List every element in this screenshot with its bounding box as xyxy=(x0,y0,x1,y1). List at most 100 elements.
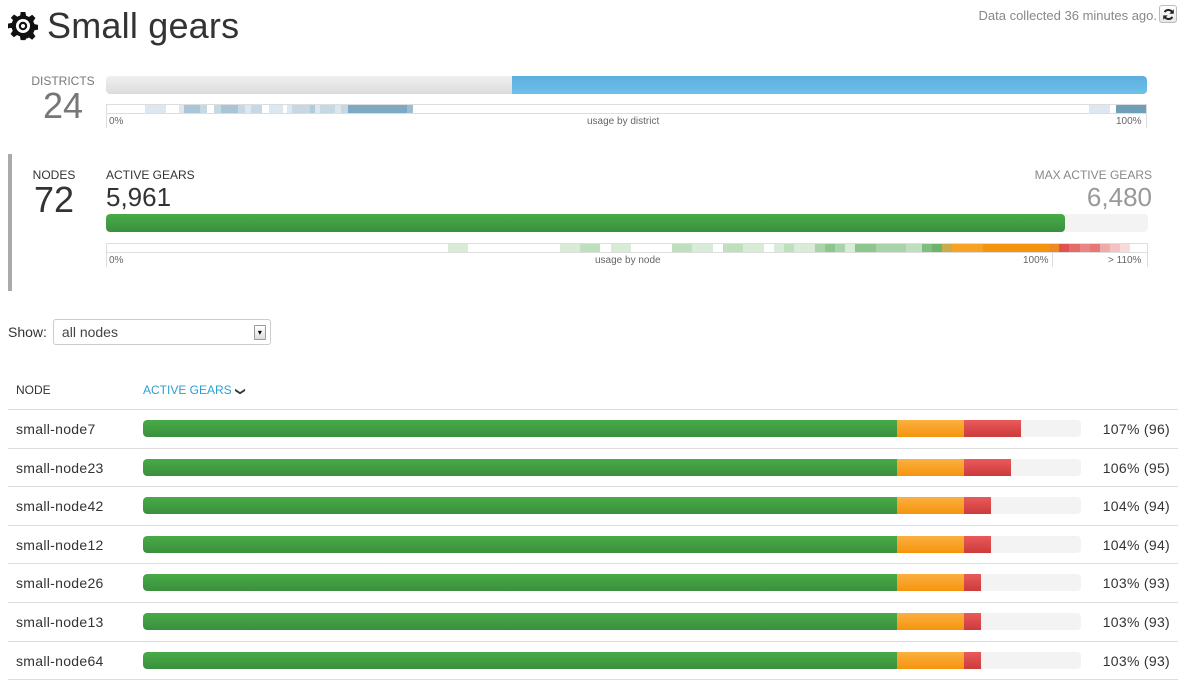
node-usage-bar xyxy=(143,535,1081,553)
node-usage-value: 103% (93) xyxy=(1102,652,1170,669)
show-filter-select[interactable]: all nodes ▾ xyxy=(52,319,271,345)
heatmap-cell xyxy=(1115,105,1146,113)
heatmap-cell xyxy=(631,244,672,252)
table-header: NODE ACTIVE GEARS ❯ xyxy=(8,370,1178,410)
node-name[interactable]: small-node13 xyxy=(16,614,104,630)
nodes-count: 72 xyxy=(33,179,75,220)
refresh-icon xyxy=(1162,8,1174,20)
axis-tick-end xyxy=(1146,114,1147,128)
table-row[interactable]: small-node23 106% (95) xyxy=(8,449,1178,488)
node-usage-value: 104% (94) xyxy=(1102,536,1170,553)
node-usage-bar xyxy=(143,574,1081,592)
filter-row: Show: all nodes ▾ xyxy=(8,319,271,345)
heatmap-cell xyxy=(1099,244,1111,252)
usage-segment-warn xyxy=(896,612,964,630)
node-usage-heatmap xyxy=(106,243,1148,253)
usage-segment-ok xyxy=(143,458,897,476)
column-header-active-gears[interactable]: ACTIVE GEARS ❯ xyxy=(143,383,245,397)
heatmap-cell xyxy=(413,105,1089,113)
heatmap-cell xyxy=(320,105,336,113)
heatmap-cell xyxy=(610,244,632,252)
table-row[interactable]: small-node64 103% (93) xyxy=(8,642,1178,680)
heatmap-cell xyxy=(855,244,876,252)
heatmap-cell xyxy=(237,105,246,113)
page-header: Small gears xyxy=(8,4,239,48)
node-usage-bar xyxy=(143,497,1081,515)
districts-usage-fill xyxy=(512,76,1147,94)
usage-segment-ok xyxy=(143,574,897,592)
axis-tick-start xyxy=(106,253,107,267)
heatmap-cell xyxy=(692,244,713,252)
axis-tick-100 xyxy=(1052,253,1053,267)
heatmap-cell xyxy=(600,244,611,252)
dropdown-arrow-icon: ▾ xyxy=(253,325,266,340)
heatmap-cell xyxy=(250,105,263,113)
node-usage-value: 104% (94) xyxy=(1102,498,1170,515)
show-label: Show: xyxy=(8,324,47,340)
node-name[interactable]: small-node12 xyxy=(16,537,104,553)
districts-count: 24 xyxy=(42,85,84,126)
node-name[interactable]: small-node64 xyxy=(16,653,104,669)
node-usage-value: 103% (93) xyxy=(1102,613,1170,630)
usage-segment-ok xyxy=(143,420,897,437)
max-active-gears-value: 6,480 xyxy=(1086,182,1152,212)
heatmap-cell xyxy=(952,244,983,252)
districts-stat: DISTRICTS 24 xyxy=(23,74,103,124)
heatmap-cell xyxy=(783,244,795,252)
node-usage-value: 107% (96) xyxy=(1102,421,1170,437)
heatmap-cell xyxy=(931,244,942,252)
usage-segment-warn xyxy=(896,535,964,553)
heatmap-cell xyxy=(220,105,238,113)
gear-icon xyxy=(8,11,38,41)
active-gears-bar xyxy=(106,214,1148,232)
heatmap-cell xyxy=(1079,244,1090,252)
heatmap-cell xyxy=(107,105,145,113)
heatmap-cell xyxy=(340,105,349,113)
heatmap-cell xyxy=(982,244,1049,252)
usage-segment-over xyxy=(963,535,991,553)
max-active-gears-label: MAX ACTIVE GEARS xyxy=(1034,168,1152,182)
node-usage-value: 103% (93) xyxy=(1102,575,1170,592)
node-name[interactable]: small-node26 xyxy=(16,575,104,591)
heatmap-cell xyxy=(722,244,744,252)
districts-usage-bar xyxy=(106,76,1147,94)
usage-segment-ok xyxy=(143,651,897,669)
node-axis-max: > 110% xyxy=(1108,255,1142,266)
column-header-node[interactable]: NODE xyxy=(16,383,51,397)
table-row[interactable]: small-node42 104% (94) xyxy=(8,487,1178,526)
heatmap-cell xyxy=(875,244,886,252)
node-axis-min: 0% xyxy=(109,255,124,266)
column-header-active-gears-label: ACTIVE GEARS xyxy=(143,383,232,397)
usage-segment-warn xyxy=(896,458,964,476)
usage-segment-over xyxy=(963,497,991,515)
heatmap-cell xyxy=(1059,244,1070,252)
usage-segment-ok xyxy=(143,612,897,630)
heatmap-cell xyxy=(144,105,166,113)
node-usage-bar xyxy=(143,458,1081,476)
heatmap-cell xyxy=(165,105,179,113)
usage-segment-ok xyxy=(143,497,897,515)
heatmap-cell xyxy=(559,244,581,252)
nodes-table: NODE ACTIVE GEARS ❯ small-node7 107% (96) s… xyxy=(8,370,1178,680)
usage-segment-over xyxy=(963,420,1021,437)
district-axis-min: 0% xyxy=(109,116,124,127)
table-row[interactable]: small-node26 103% (93) xyxy=(8,564,1178,603)
node-name[interactable]: small-node42 xyxy=(16,498,104,514)
table-row[interactable]: small-node12 104% (94) xyxy=(8,526,1178,565)
table-row[interactable]: small-node7 107% (96) xyxy=(8,410,1178,449)
usage-segment-over xyxy=(963,612,981,630)
heatmap-cell xyxy=(845,244,856,252)
node-name[interactable]: small-node23 xyxy=(16,460,104,476)
axis-tick-end xyxy=(1147,253,1148,267)
heatmap-cell xyxy=(941,244,953,252)
node-usage-bar xyxy=(143,612,1081,630)
table-row[interactable]: small-node13 103% (93) xyxy=(8,603,1178,642)
active-gears-value: 5,961 xyxy=(106,182,172,212)
usage-segment-warn xyxy=(896,651,964,669)
nodes-stat: NODES 72 xyxy=(24,168,84,218)
heatmap-cell xyxy=(268,105,283,113)
nodes-section: NODES 72 ACTIVE GEARS 5,961 MAX ACTIVE G… xyxy=(8,154,1152,291)
district-usage-heatmap xyxy=(106,104,1147,114)
refresh-button[interactable] xyxy=(1159,5,1177,23)
node-name[interactable]: small-node7 xyxy=(16,421,96,437)
